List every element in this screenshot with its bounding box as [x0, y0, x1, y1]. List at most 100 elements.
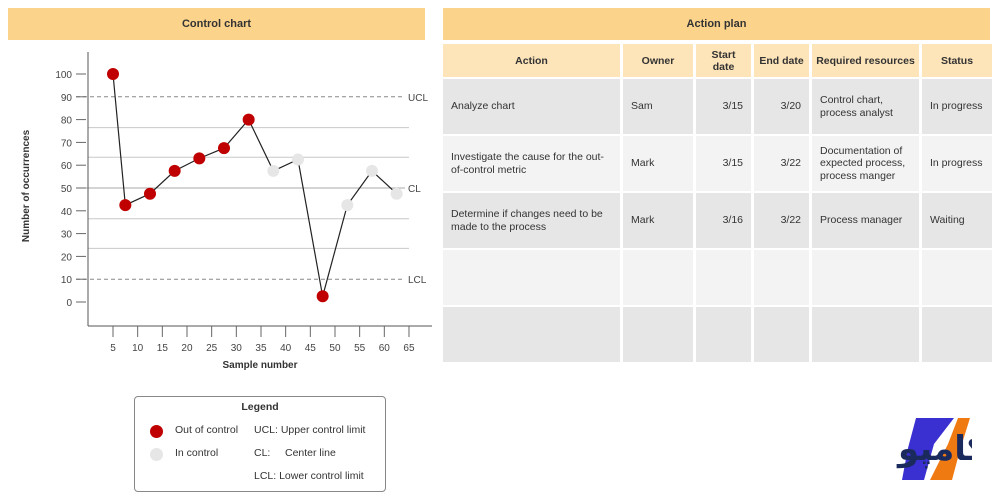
cell-status	[922, 250, 992, 305]
cell-owner: Mark	[623, 136, 693, 191]
x-axis-label: Sample number	[222, 360, 297, 371]
control-line-label: LCL	[408, 275, 427, 286]
cell-action: Analyze chart	[443, 79, 620, 134]
cell-start-date	[696, 250, 751, 305]
out-of-control-point	[168, 164, 181, 177]
y-tick-label: 80	[61, 116, 73, 127]
cell-start-date: 3/15	[696, 136, 751, 191]
out-of-control-point	[143, 187, 156, 200]
cell-action: Determine if changes need to be made to …	[443, 193, 620, 248]
y-tick-label: 50	[61, 184, 73, 195]
control-line-label: UCL	[408, 93, 428, 104]
x-tick-label: 15	[157, 343, 169, 354]
out-of-control-marker	[150, 425, 163, 438]
x-tick-label: 25	[206, 343, 218, 354]
y-tick-label: 70	[61, 138, 73, 149]
in-control-point	[390, 187, 403, 200]
cell-status: Waiting	[922, 193, 992, 248]
out-of-control-point	[107, 68, 119, 80]
out-of-control-point	[242, 113, 255, 126]
y-tick-label: 90	[61, 93, 73, 104]
cell-status: In progress	[922, 136, 992, 191]
table-row: Investigate the cause for the out-of-con…	[443, 136, 992, 191]
header-owner: Owner	[623, 44, 693, 77]
in-control-marker	[150, 448, 163, 461]
header-end-date: End date	[754, 44, 809, 77]
header-status: Status	[922, 44, 992, 77]
cell-end-date: 3/20	[754, 79, 809, 134]
cell-action	[443, 307, 620, 362]
header-required-resources: Required resources	[812, 44, 919, 77]
cell-status	[922, 307, 992, 362]
x-tick-label: 40	[280, 343, 292, 354]
y-axis-label: Number of occurrences	[21, 129, 32, 242]
legend-cl-text: Center line	[285, 447, 336, 459]
action-plan-title: Action plan	[443, 8, 990, 40]
cell-required-resources	[812, 250, 919, 305]
in-control-point	[291, 153, 304, 166]
control-line-label: CL	[408, 184, 421, 195]
control-chart: UCL CL LCL 0 10 20 30 40 50 60 70 80 90 100 5 10 15 20 25 3…	[21, 52, 432, 371]
y-tick-label: 10	[61, 275, 73, 286]
in-control-point	[267, 164, 280, 177]
cell-end-date	[754, 307, 809, 362]
cell-status: In progress	[922, 79, 992, 134]
header-action: Action	[443, 44, 620, 77]
in-control-point	[341, 199, 354, 212]
y-tick-label: 60	[61, 161, 73, 172]
in-control-point	[365, 164, 378, 177]
y-tick-label: 100	[55, 70, 72, 81]
x-tick-label: 50	[329, 343, 341, 354]
x-tick-label: 45	[305, 343, 317, 354]
table-row: Analyze chart Sam 3/15 3/20 Control chart, p…	[443, 79, 992, 134]
legend-title: Legend	[241, 401, 279, 413]
header-start-date: Start date	[696, 44, 751, 77]
x-tick-label: 30	[231, 343, 243, 354]
cell-required-resources: Documentation of expected process, proce…	[812, 136, 919, 191]
logo-text: ایران کامپو	[896, 429, 972, 469]
y-tick-label: 40	[61, 207, 73, 218]
out-of-control-point	[119, 199, 132, 212]
iran-campo-logo: ایران کامپو	[712, 414, 1000, 484]
x-tick-label: 20	[181, 343, 193, 354]
legend-lcl: LCL: Lower control limit	[254, 470, 364, 482]
legend-out-label: Out of control	[175, 424, 239, 436]
cell-start-date	[696, 307, 751, 362]
x-tick-label: 55	[354, 343, 366, 354]
cell-end-date: 3/22	[754, 136, 809, 191]
x-tick-label: 10	[132, 343, 144, 354]
out-of-control-point	[217, 142, 230, 155]
cell-start-date: 3/16	[696, 193, 751, 248]
legend-in-label: In control	[175, 447, 219, 459]
table-row: Determine if changes need to be made to …	[443, 193, 992, 248]
cell-owner: Mark	[623, 193, 693, 248]
out-of-control-point	[316, 290, 329, 303]
cell-required-resources: Process manager	[812, 193, 919, 248]
x-tick-label: 35	[255, 343, 267, 354]
x-tick-label: 5	[110, 343, 116, 354]
cell-action	[443, 250, 620, 305]
cell-required-resources: Control chart, process analyst	[812, 79, 919, 134]
cell-owner	[623, 307, 693, 362]
cell-start-date: 3/15	[696, 79, 751, 134]
out-of-control-point	[193, 152, 206, 165]
cell-owner: Sam	[623, 79, 693, 134]
legend-cl-key: CL:	[254, 447, 271, 459]
y-tick-label: 30	[61, 230, 73, 241]
table-row	[443, 307, 992, 362]
cell-owner	[623, 250, 693, 305]
cell-action: Investigate the cause for the out-of-con…	[443, 136, 620, 191]
x-tick-label: 60	[379, 343, 391, 354]
legend-ucl: UCL: Upper control limit	[254, 424, 366, 436]
y-tick-label: 20	[61, 252, 73, 263]
table-row	[443, 250, 992, 305]
action-plan: Action plan Action Owner Start date End …	[443, 8, 992, 364]
x-tick-label: 65	[403, 343, 415, 354]
cell-required-resources	[812, 307, 919, 362]
cell-end-date	[754, 250, 809, 305]
legend: Legend Out of control In control UCL: Up…	[134, 396, 386, 492]
header-row: Action Owner Start date End date Require…	[443, 44, 992, 77]
y-tick-label: 0	[66, 298, 72, 309]
series-line	[112, 73, 398, 297]
action-plan-table: Action Owner Start date End date Require…	[440, 42, 995, 364]
